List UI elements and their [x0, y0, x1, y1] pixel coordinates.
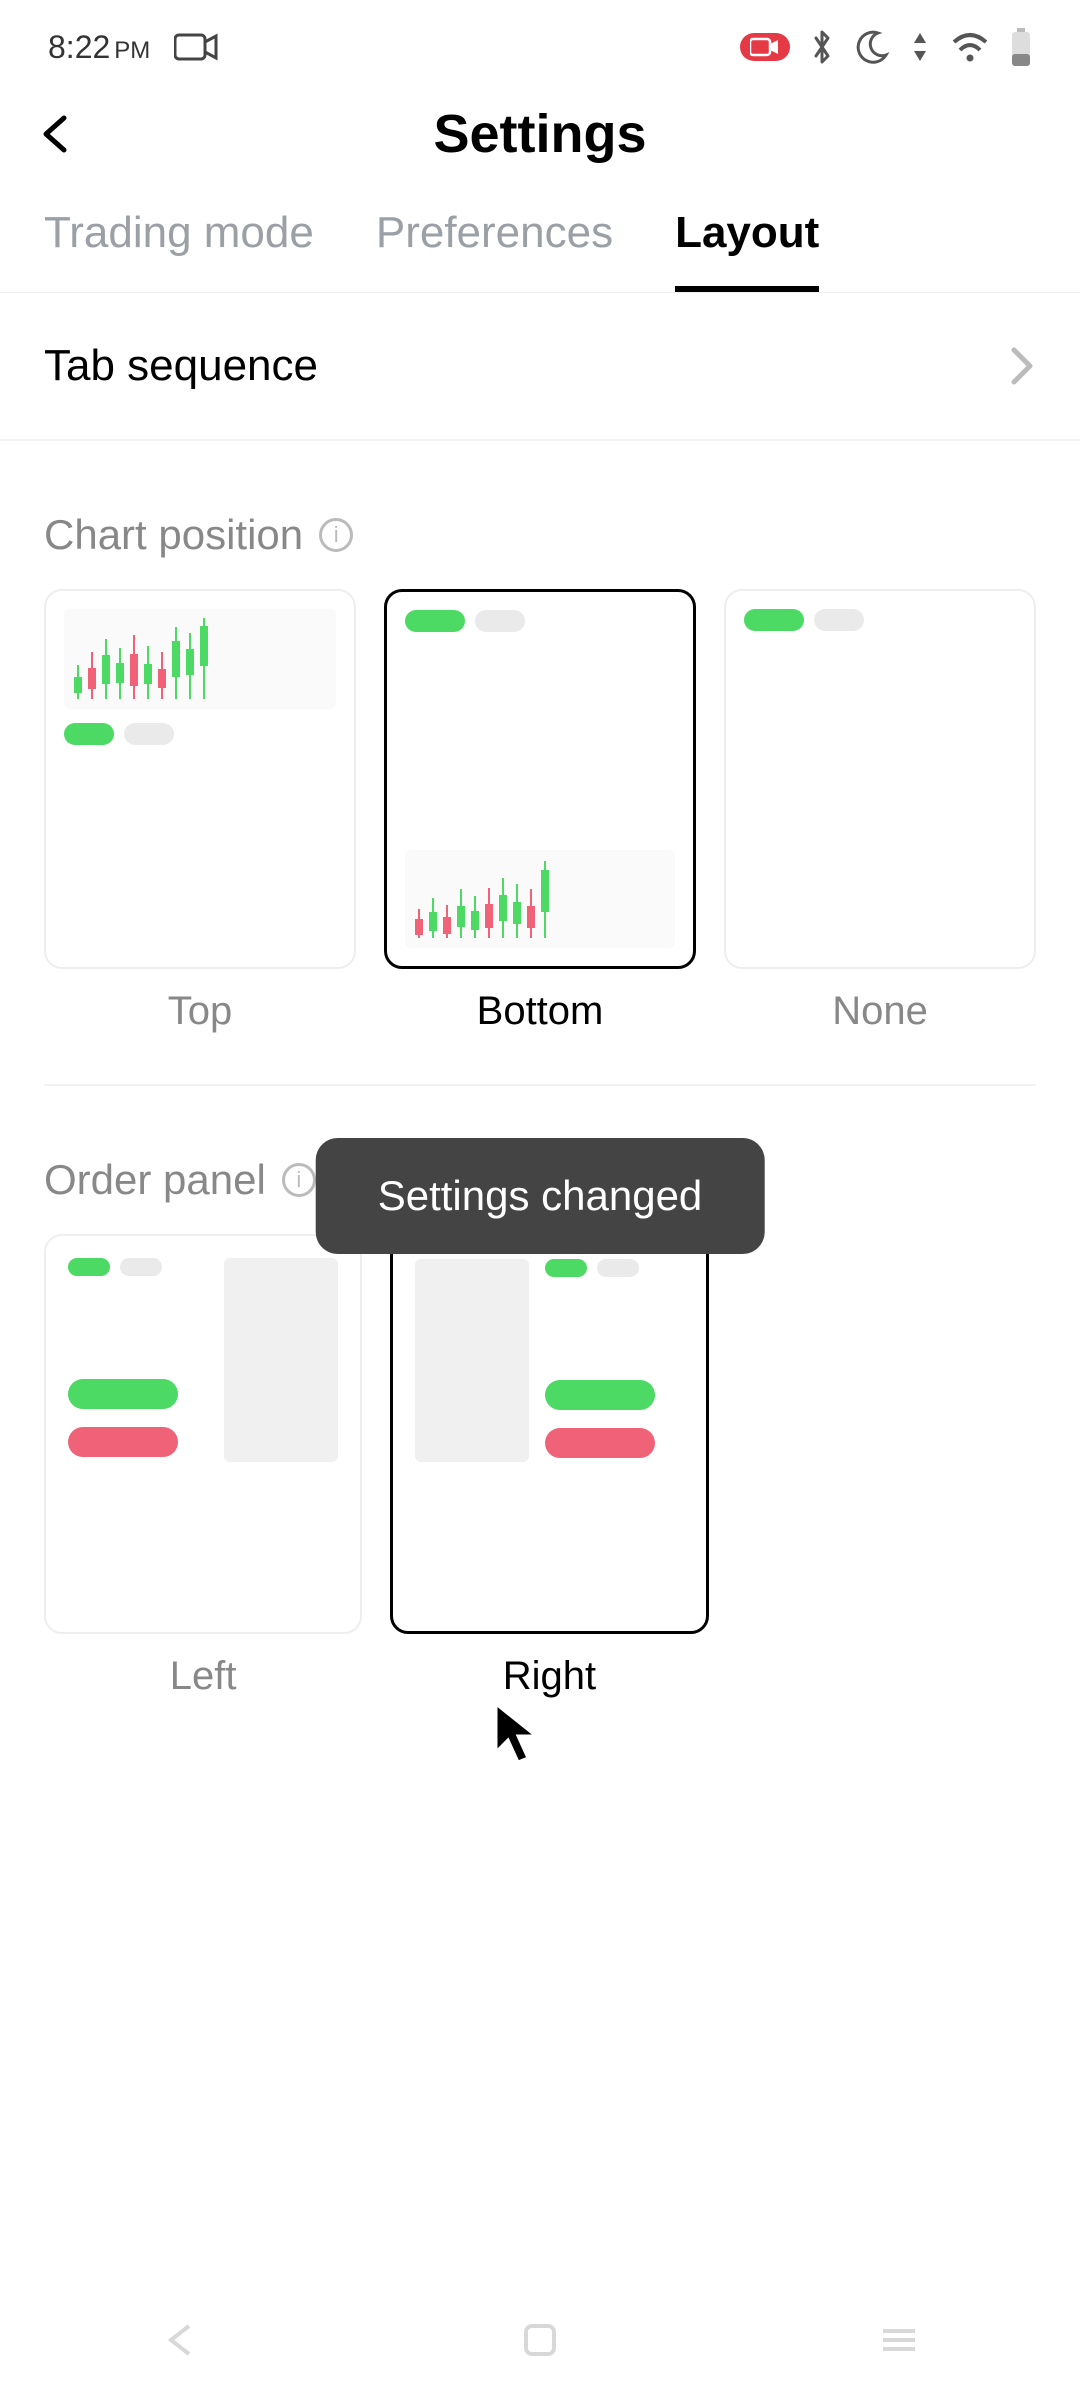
status-bar: 8:22PM: [0, 0, 1080, 84]
wifi-icon: [950, 32, 990, 62]
nav-home-icon[interactable]: [522, 2322, 558, 2358]
recording-badge: [740, 33, 790, 61]
order-panel-option-right[interactable]: Right: [390, 1234, 708, 1699]
chart-position-section: Chart position i: [0, 441, 1080, 1086]
nav-recent-icon[interactable]: [879, 2325, 919, 2355]
info-icon[interactable]: i: [319, 518, 353, 552]
option-label: Top: [168, 989, 233, 1034]
order-panel-title: Order panel: [44, 1156, 266, 1204]
status-time: 8:22PM: [48, 29, 150, 66]
toast-message: Settings changed: [316, 1138, 765, 1254]
page-header: Settings: [0, 84, 1080, 184]
tab-preferences[interactable]: Preferences: [376, 208, 613, 292]
chart-position-option-none[interactable]: None: [724, 589, 1036, 1034]
android-navbar: [0, 2280, 1080, 2400]
bluetooth-icon: [810, 29, 834, 65]
mouse-cursor-icon: [490, 1700, 546, 1770]
order-panel-option-left[interactable]: Left: [44, 1234, 362, 1699]
chart-position-option-top[interactable]: Top: [44, 589, 356, 1034]
option-label: None: [832, 989, 928, 1034]
tab-layout[interactable]: Layout: [675, 208, 819, 292]
nav-back-icon[interactable]: [161, 2320, 201, 2360]
tab-sequence-label: Tab sequence: [44, 341, 318, 391]
moon-icon: [854, 29, 890, 65]
option-label: Bottom: [477, 989, 604, 1034]
camera-icon: [174, 32, 218, 62]
info-icon[interactable]: i: [282, 1163, 316, 1197]
data-sync-icon: [910, 31, 930, 63]
chevron-right-icon: [1008, 344, 1036, 388]
tab-trading-mode[interactable]: Trading mode: [44, 208, 314, 292]
tab-sequence-row[interactable]: Tab sequence: [0, 293, 1080, 441]
page-title: Settings: [0, 103, 1080, 165]
chart-position-title: Chart position: [44, 511, 303, 559]
option-label: Left: [170, 1654, 237, 1699]
battery-icon: [1010, 28, 1032, 66]
settings-tabs: Trading mode Preferences Layout: [0, 184, 1080, 293]
option-label: Right: [503, 1654, 596, 1699]
chart-position-option-bottom[interactable]: Bottom: [384, 589, 696, 1034]
